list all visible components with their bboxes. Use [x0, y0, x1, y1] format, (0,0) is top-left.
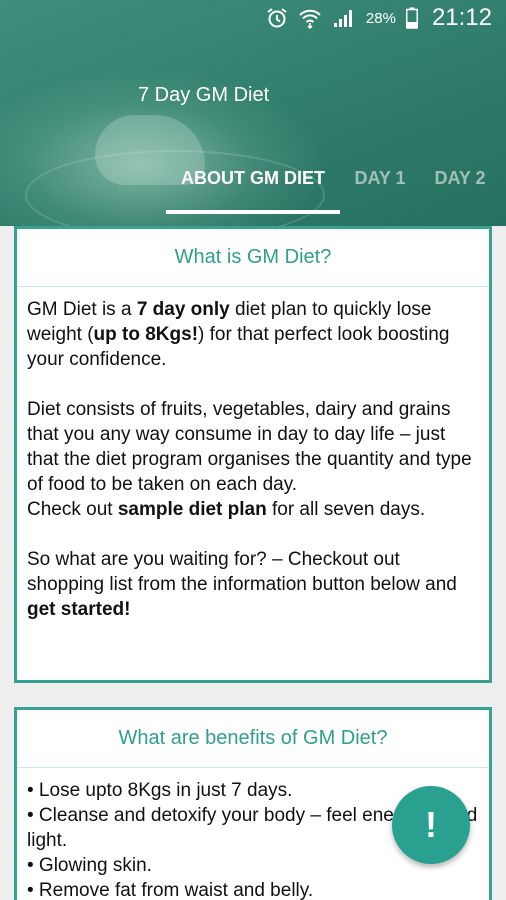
info-fab-button[interactable]: ! [392, 786, 470, 864]
tab-bar: ABOUT GM DIET DAY 1 DAY 2 [0, 160, 506, 214]
benefit-item: • Remove fat from waist and belly. [27, 880, 314, 900]
tab-day-2[interactable]: DAY 2 [424, 160, 496, 212]
cell-signal-icon [332, 7, 356, 29]
battery-percent: 28% [365, 9, 396, 27]
about-paragraph-3: Check out sample diet plan for all seven… [27, 499, 426, 520]
exclamation-icon: ! [425, 804, 437, 845]
about-card-body: GM Diet is a 7 day only diet plan to qui… [17, 287, 489, 622]
tab-about-gm-diet[interactable]: ABOUT GM DIET [166, 160, 340, 212]
app-title: 7 Day GM Diet [138, 84, 270, 106]
status-bar: 28% 21:12 [0, 0, 506, 36]
battery-icon [405, 7, 418, 29]
about-paragraph-1: GM Diet is a 7 day only diet plan to qui… [27, 299, 450, 370]
about-paragraph-2: Diet consists of fruits, vegetables, dai… [27, 399, 472, 495]
alarm-clock-icon [266, 7, 288, 29]
tab-indicator [166, 210, 340, 214]
about-card: What is GM Diet? GM Diet is a 7 day only… [14, 226, 492, 683]
about-paragraph-4: So what are you waiting for? – Checkout … [27, 549, 457, 620]
tab-day-1[interactable]: DAY 1 [344, 160, 416, 212]
benefits-card-title: What are benefits of GM Diet? [17, 710, 489, 768]
status-time: 21:12 [431, 4, 492, 31]
wifi-icon [298, 7, 322, 29]
about-card-title: What is GM Diet? [17, 229, 489, 287]
